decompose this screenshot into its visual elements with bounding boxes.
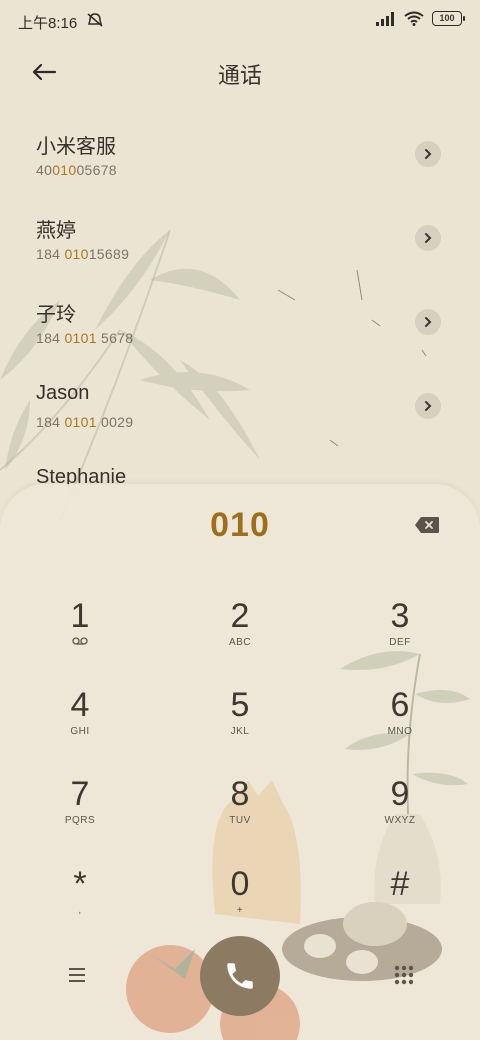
contact-number: 184 01015689	[36, 246, 130, 262]
key-hash[interactable]: #	[340, 864, 460, 948]
battery-indicator: 100	[432, 11, 465, 26]
contact-detail-button[interactable]	[415, 141, 441, 167]
contact-name: 子玲	[36, 304, 76, 326]
key-star[interactable]: * ,	[20, 864, 140, 948]
key-4[interactable]: 4 GHI	[20, 685, 140, 769]
call-button[interactable]	[200, 936, 280, 1016]
page-title: 通话	[217, 63, 262, 88]
chevron-right-icon	[425, 401, 432, 411]
contact-name: Jason	[36, 382, 90, 404]
backspace-icon	[415, 517, 439, 533]
wifi-icon	[404, 11, 424, 26]
menu-icon	[69, 968, 85, 982]
chevron-right-icon	[425, 233, 432, 243]
keypad-icon	[394, 965, 414, 985]
contact-results-list: 小米客服 4001005678 燕婷 184 01015689 子玲 184 0…	[0, 112, 480, 532]
delete-button[interactable]	[414, 516, 440, 534]
key-6[interactable]: 6 MNO	[340, 685, 460, 769]
keypad-toggle-button[interactable]	[391, 962, 417, 988]
app-header: 通话	[0, 48, 480, 96]
contact-name: 燕婷	[36, 220, 76, 242]
phone-icon	[227, 963, 253, 989]
contact-number: 184 0101 5678	[36, 330, 134, 346]
contact-row[interactable]: 燕婷 184 01015689	[0, 196, 480, 280]
key-5[interactable]: 5 JKL	[180, 685, 300, 769]
status-bar: 上午8:16 100	[0, 0, 480, 40]
contact-detail-button[interactable]	[415, 309, 441, 335]
status-time: 上午8:16	[18, 15, 78, 32]
key-7[interactable]: 7 PQRS	[20, 774, 140, 858]
menu-button[interactable]	[64, 962, 90, 988]
contact-number: 4001005678	[36, 162, 117, 178]
dialpad-panel: 010 1 2 ABC 3 DEF 4 GHI 5 JKL 6 MNO 7 PQ…	[0, 484, 480, 1040]
contact-row[interactable]: 小米客服 4001005678	[0, 112, 480, 196]
key-1[interactable]: 1	[20, 596, 140, 680]
contact-detail-button[interactable]	[415, 225, 441, 251]
contact-row[interactable]: 子玲 184 0101 5678	[0, 280, 480, 364]
contact-detail-button[interactable]	[415, 393, 441, 419]
signal-icon	[376, 11, 394, 26]
key-2[interactable]: 2 ABC	[180, 596, 300, 680]
key-3[interactable]: 3 DEF	[340, 596, 460, 680]
voicemail-icon	[72, 637, 88, 645]
mute-bell-icon	[87, 13, 103, 27]
dialed-number: 010	[210, 506, 270, 544]
contact-row[interactable]: Jason 184 0101 0029	[0, 364, 480, 448]
chevron-right-icon	[425, 317, 432, 327]
contact-number: 184 0101 0029	[36, 414, 134, 430]
chevron-right-icon	[425, 149, 432, 159]
key-9[interactable]: 9 WXYZ	[340, 774, 460, 858]
contact-name: 小米客服	[36, 136, 116, 158]
key-8[interactable]: 8 TUV	[180, 774, 300, 858]
